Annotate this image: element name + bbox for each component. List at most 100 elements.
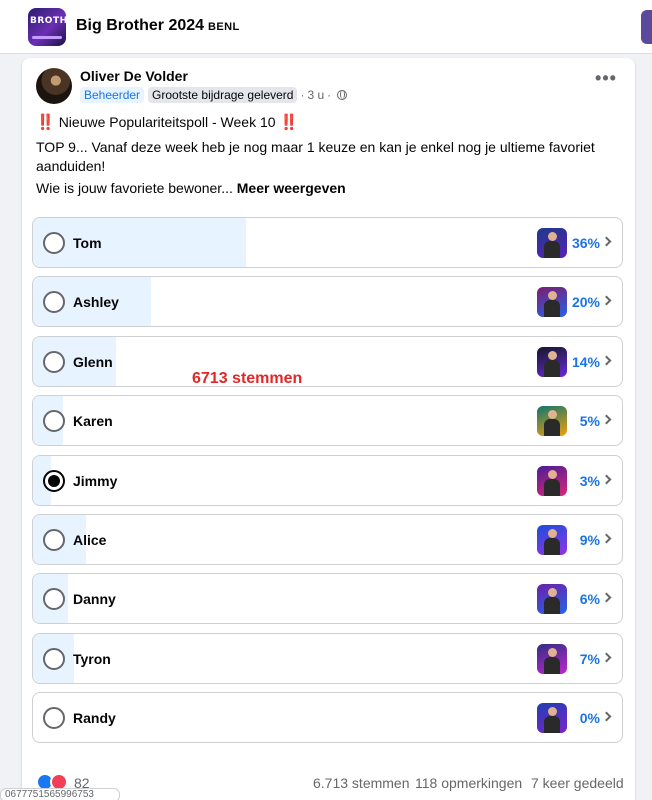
radio-button[interactable]	[43, 707, 65, 730]
post-question-line: Wie is jouw favoriete bewoner... Meer we…	[36, 180, 346, 196]
avatar-head	[548, 647, 557, 657]
voter-avatar-icon[interactable]	[537, 287, 567, 318]
avatar-body	[544, 300, 560, 318]
chevron-right-icon[interactable]	[601, 295, 612, 306]
radio-button[interactable]	[43, 647, 65, 670]
poll-option-percent[interactable]: 9%	[580, 532, 600, 548]
avatar-head	[548, 350, 557, 360]
avatar-head	[548, 410, 557, 420]
voter-avatar-icon[interactable]	[537, 406, 567, 437]
poll-option-label: Tom	[73, 235, 102, 251]
voter-avatar-icon[interactable]	[537, 346, 567, 377]
post-body: TOP 9... Vanaf deze week heb je nog maar…	[36, 139, 595, 174]
chevron-right-icon[interactable]	[601, 474, 612, 485]
meta-separator-2: ·	[327, 88, 332, 102]
poll-option-percent[interactable]: 3%	[580, 473, 600, 489]
radio-button[interactable]	[43, 529, 65, 551]
double-exclamation-icon: ‼️	[36, 114, 55, 131]
avatar-head	[548, 291, 557, 301]
poll-option-label: Jimmy	[73, 472, 118, 489]
voter-avatar-icon[interactable]	[537, 465, 567, 496]
poll-option-label: Karen	[73, 413, 113, 430]
avatar-body	[544, 538, 560, 555]
poll-option[interactable]: Glenn 14%	[32, 335, 623, 387]
poll-option[interactable]: Tyron 7%	[32, 632, 623, 684]
avatar-head	[548, 232, 557, 241]
poll-option-percent[interactable]: 6%	[580, 591, 600, 607]
chevron-right-icon[interactable]	[601, 711, 612, 722]
avatar-body	[544, 716, 560, 734]
group-cover-text: BROTHE	[30, 16, 66, 26]
post-card: Oliver De Volder Beheerder Grootste bijd…	[22, 58, 635, 800]
admin-badge[interactable]: Beheerder	[80, 87, 145, 103]
group-cover-image[interactable]: BROTHE	[28, 8, 66, 46]
poll-option[interactable]: Tom 36%	[32, 217, 623, 268]
author-name[interactable]: Oliver De Volder	[80, 68, 188, 84]
poll-option-label: Tyron	[73, 650, 111, 667]
author-avatar[interactable]	[36, 68, 72, 104]
poll-option[interactable]: Alice 9%	[32, 514, 623, 565]
chevron-right-icon[interactable]	[601, 355, 612, 366]
radio-button[interactable]	[43, 350, 65, 373]
avatar-body	[544, 478, 560, 496]
post-question: Wie is jouw favoriete bewoner...	[36, 180, 233, 196]
poll-option[interactable]: Karen 5%	[32, 395, 623, 447]
avatar-body	[544, 656, 560, 674]
contributor-badge[interactable]: Grootste bijdrage geleverd	[148, 87, 298, 103]
group-suffix: BENL	[208, 21, 240, 33]
meta-separator: ·	[300, 88, 305, 102]
voter-avatar-icon[interactable]	[537, 703, 567, 734]
avatar-head	[548, 707, 557, 717]
voter-avatar-icon[interactable]	[537, 525, 567, 555]
chevron-right-icon[interactable]	[601, 236, 612, 247]
poll-option-label: Ashley	[73, 294, 119, 311]
radio-button[interactable]	[43, 232, 65, 254]
group-cover-strip	[32, 36, 62, 39]
globe-icon	[337, 90, 348, 100]
avatar-body	[544, 241, 560, 258]
poll-option-percent[interactable]: 20%	[572, 294, 600, 310]
voter-avatar-icon[interactable]	[537, 228, 567, 258]
radio-button[interactable]	[43, 469, 65, 492]
votes-count[interactable]: 6.713 stemmen	[313, 775, 410, 791]
poll-option-percent[interactable]: 5%	[580, 413, 600, 429]
poll-option-label: Randy	[73, 710, 116, 727]
group-title[interactable]: Big Brother 2024 BENL	[76, 17, 240, 35]
avatar-body	[544, 597, 560, 615]
more-options-icon[interactable]: •••	[594, 69, 618, 94]
poll-option-label: Alice	[73, 532, 107, 548]
poll-option[interactable]: Ashley 20%	[32, 276, 623, 328]
poll-option-percent[interactable]: 36%	[572, 235, 600, 251]
avatar-head	[548, 529, 557, 538]
group-header: BROTHE Big Brother 2024 BENL	[0, 0, 652, 54]
top-action-button[interactable]	[641, 10, 652, 44]
post-title-line: ‼️ Nieuwe Populariteitspoll - Week 10 ‼️	[36, 113, 299, 131]
avatar-head	[548, 588, 557, 598]
poll-option[interactable]: Randy 0%	[32, 692, 623, 744]
comments-count[interactable]: 118 opmerkingen	[415, 775, 522, 791]
chevron-right-icon[interactable]	[601, 533, 612, 544]
voter-avatar-icon[interactable]	[537, 643, 567, 674]
poll-option[interactable]: Jimmy 3%	[32, 454, 623, 506]
post-time[interactable]: 3 u	[307, 88, 324, 102]
double-exclamation-icon-2: ‼️	[279, 114, 299, 131]
chevron-right-icon[interactable]	[601, 592, 612, 603]
poll-option-label: Glenn	[73, 353, 113, 370]
shares-count[interactable]: 7 keer gedeeld	[531, 775, 624, 791]
avatar-body	[544, 359, 560, 377]
poll-option-percent[interactable]: 0%	[580, 710, 600, 726]
link-tooltip: 0677751565996753	[0, 788, 120, 800]
poll-option-percent[interactable]: 7%	[580, 651, 600, 667]
poll-option[interactable]: Danny 6%	[32, 573, 623, 625]
poll-option-label: Danny	[73, 591, 116, 608]
group-name[interactable]: Big Brother 2024	[76, 17, 204, 34]
avatar-body	[544, 419, 560, 437]
chevron-right-icon[interactable]	[601, 414, 612, 425]
poll-option-percent[interactable]: 14%	[572, 354, 600, 370]
chevron-right-icon[interactable]	[601, 652, 612, 663]
vote-count-annotation: 6713 stemmen	[192, 370, 303, 387]
avatar-head	[548, 469, 557, 479]
post-meta: Beheerder Grootste bijdrage geleverd · 3…	[80, 87, 348, 103]
see-more-link[interactable]: Meer weergeven	[237, 180, 346, 196]
voter-avatar-icon[interactable]	[537, 584, 567, 615]
